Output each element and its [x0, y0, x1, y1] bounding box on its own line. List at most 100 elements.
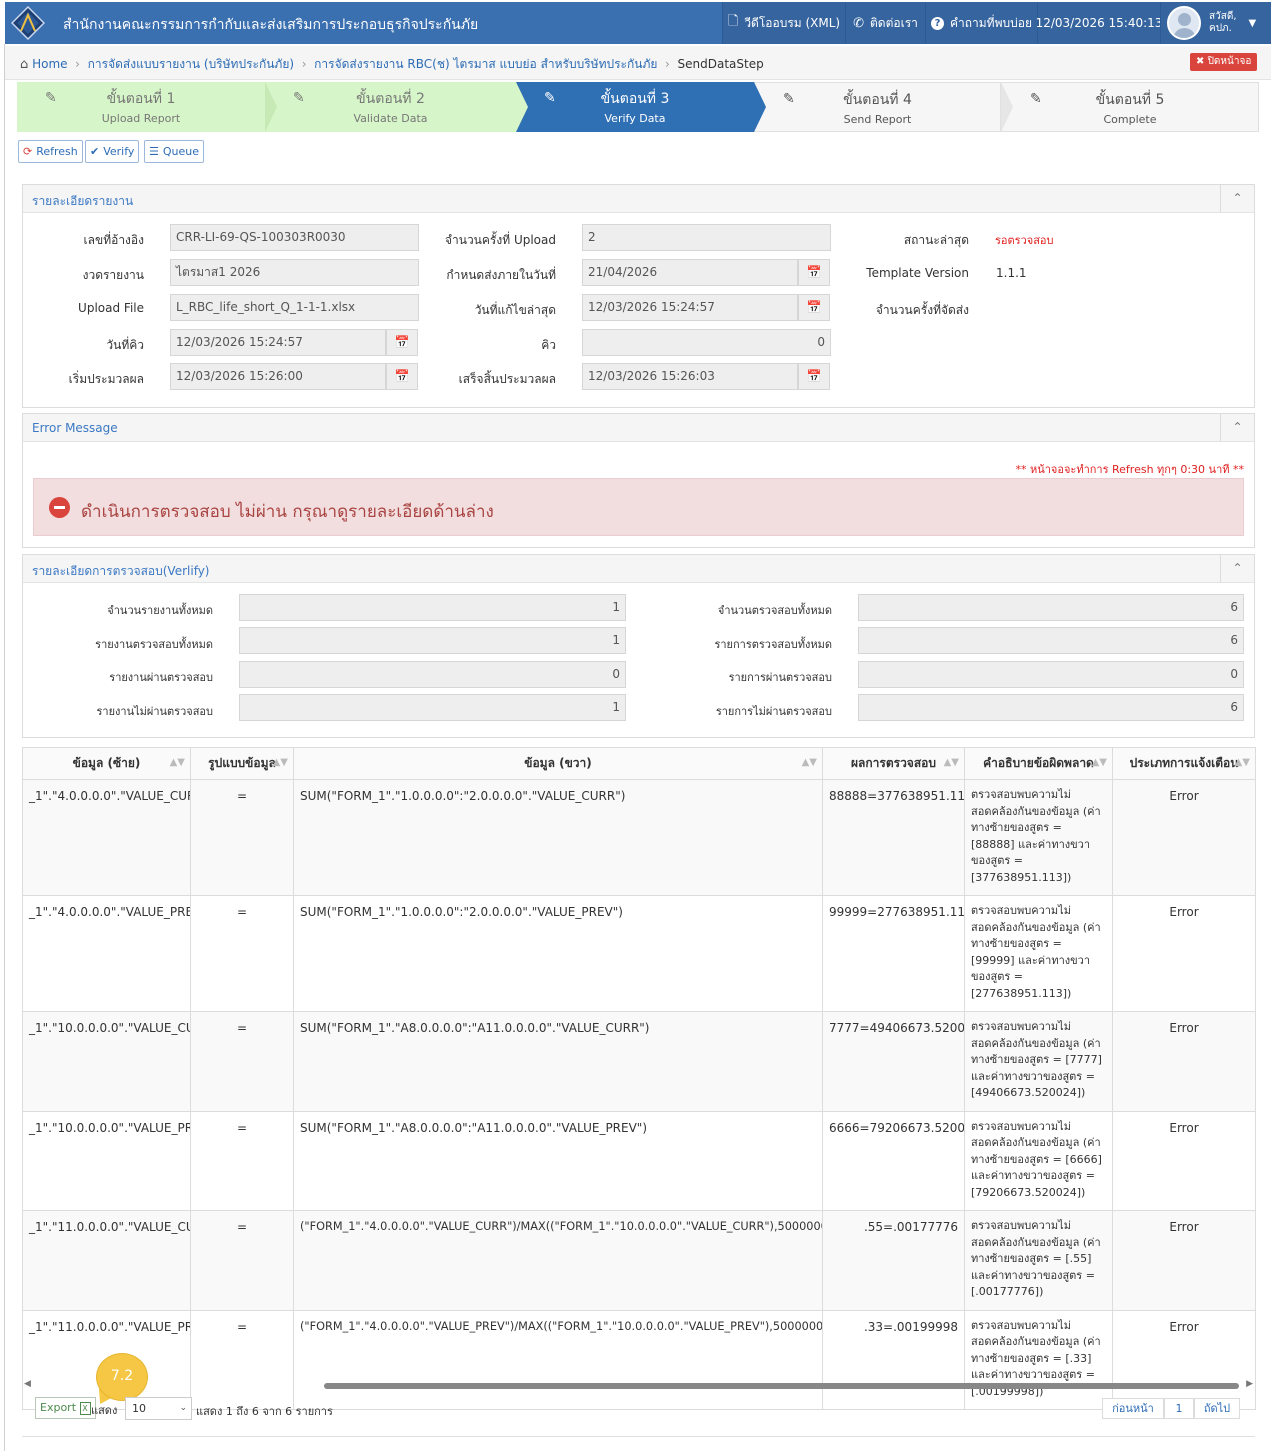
step-arrow: [516, 82, 528, 132]
wizard-step-1[interactable]: ✎ ขั้นตอนที่ 1 Upload Report: [17, 82, 265, 132]
cell-data-format: =: [190, 1210, 294, 1311]
calendar-icon[interactable]: 📅: [798, 294, 830, 321]
column-header-label: ผลการตรวจสอบ: [851, 756, 936, 770]
avatar: [1167, 6, 1201, 40]
wizard-step-3[interactable]: ✎ ขั้นตอนที่ 3 Verify Data: [516, 82, 754, 132]
pagination-summary: แสดง 1 ถึง 6 จาก 6 รายการ: [196, 1405, 333, 1418]
column-header-label: รูปแบบข้อมูล: [208, 756, 276, 770]
cell-right-data: SUM("FORM_1"."1.0.0.0.0":"2.0.0.0.0"."VA…: [293, 779, 823, 896]
queue-date-field: 12/03/2026 15:24:57: [170, 329, 386, 356]
column-header-data-format[interactable]: รูปแบบข้อมูล ▲▼: [190, 747, 294, 780]
cell-error-description: ตรวจสอบพบความไม่สอดคล้องกันของข้อมูล (ค่…: [964, 1210, 1113, 1311]
close-page-button[interactable]: ✖ ปิดหน้าจอ: [1190, 53, 1258, 71]
failed-reports-label: รายงานไม่ผ่านตรวจสอบ: [96, 705, 214, 718]
queue-label: คิว: [541, 338, 556, 352]
queue-button[interactable]: ☰ Queue: [144, 140, 205, 163]
cell-right-data: SUM("FORM_1"."A8.0.0.0.0":"A11.0.0.0.0".…: [293, 1110, 823, 1211]
arrow-right-icon[interactable]: ▶: [1246, 1379, 1253, 1389]
step-label: Complete: [1103, 113, 1157, 126]
step-arrow: [265, 82, 277, 132]
refresh-icon: ⟳: [23, 145, 33, 158]
user-org: คปภ.: [1209, 23, 1232, 34]
pencil-icon: ✎: [783, 91, 795, 107]
column-header-left-data[interactable]: ข้อมูล (ซ้าย) ▲▼: [22, 747, 191, 780]
period-field: ไตรมาส1 2026: [170, 259, 419, 286]
document-icon: 🗋: [727, 14, 739, 29]
sort-icon: ▲▼: [169, 757, 185, 768]
column-header-result[interactable]: ผลการตรวจสอบ ▲▼: [822, 747, 965, 780]
cell-alert-type: Error: [1112, 1110, 1256, 1211]
page-size-select[interactable]: 10 ⌄: [125, 1397, 192, 1420]
arrow-left-icon[interactable]: ◀: [24, 1379, 31, 1389]
cell-error-description: ตรวจสอบพบความไม่สอดคล้องกันของข้อมูล (ค่…: [964, 1110, 1113, 1211]
user-greeting: สวัสดี,: [1209, 11, 1237, 22]
column-header-right-data[interactable]: ข้อมูล (ขวา) ▲▼: [293, 747, 823, 780]
cell-alert-type: Error: [1112, 895, 1256, 1012]
refresh-button[interactable]: ⟳ Refresh: [18, 140, 83, 163]
export-label: Export: [40, 1401, 77, 1414]
breadcrumb-level1[interactable]: การจัดส่งแบบรายงาน (บริษัทประกันภัย): [88, 57, 294, 71]
panel-title: รายละเอียดการตรวจสอบ(Verlify): [32, 564, 210, 578]
cell-result: 6666=79206673.520024: [822, 1110, 965, 1211]
checked-items-label: รายการตรวจสอบทั้งหมด: [714, 638, 832, 651]
column-header-label: คำอธิบายข้อผิดพลาด: [983, 756, 1094, 770]
minus-circle-icon: [49, 497, 70, 518]
cell-data-format: =: [190, 779, 294, 896]
calendar-icon[interactable]: 📅: [386, 363, 418, 390]
failed-reports-field: 1: [239, 694, 626, 721]
page-size-value: 10: [132, 1402, 146, 1415]
chevron-right-icon: ›: [297, 57, 311, 71]
breadcrumb-home[interactable]: Home: [32, 57, 67, 71]
calendar-icon[interactable]: 📅: [798, 259, 830, 286]
calendar-icon[interactable]: 📅: [798, 363, 830, 390]
checked-items-field: 6: [858, 627, 1244, 654]
verify-button[interactable]: ✔ Verify: [85, 140, 140, 163]
contact-link[interactable]: ✆ ติดต่อเรา: [845, 2, 925, 44]
sort-icon: ▲▼: [801, 757, 817, 768]
next-page-button[interactable]: ถัดไป: [1194, 1398, 1240, 1419]
breadcrumb-level2[interactable]: การจัดส่งรายงาน RBC(ช) ไตรมาส แบบย่อ สำห…: [314, 57, 657, 71]
horizontal-scrollbar[interactable]: ◀ ▶: [24, 1379, 1253, 1392]
column-header-error-description[interactable]: คำอธิบายข้อผิดพลาด ▲▼: [964, 747, 1113, 780]
chevron-up-icon[interactable]: ⌃: [1220, 555, 1254, 583]
training-video-link[interactable]: 🗋 วีดีโออบรม (XML): [722, 2, 845, 44]
cell-error-description: ตรวจสอบพบความไม่สอดคล้องกันของข้อมูล (ค่…: [964, 1011, 1113, 1112]
breadcrumb-current: SendDataStep: [677, 57, 764, 71]
oic-logo-icon: [11, 6, 45, 40]
scrollbar-thumb[interactable]: [324, 1383, 1239, 1389]
queue-label: Queue: [162, 145, 200, 158]
step-label: Verify Data: [604, 112, 666, 125]
sort-icon: ▲▼: [943, 757, 959, 768]
page-1-button[interactable]: 1: [1164, 1398, 1194, 1419]
verify-results-table: ข้อมูล (ซ้าย) ▲▼ รูปแบบข้อมูล ▲▼ ข้อมูล (ข…: [22, 747, 1256, 1410]
column-header-alert-type[interactable]: ประเภทการแจ้งเตือน ▲▼: [1112, 747, 1256, 780]
export-button[interactable]: Export X: [35, 1397, 96, 1419]
start-field: 12/03/2026 15:26:00: [170, 363, 386, 390]
panel-header: Error Message ⌃: [23, 414, 1254, 442]
cell-right-data: ("FORM_1"."4.0.0.0.0"."VALUE_CURR")/MAX(…: [293, 1210, 823, 1311]
chevron-up-icon[interactable]: ⌃: [1220, 185, 1254, 213]
previous-page-button[interactable]: ก่อนหน้า: [1102, 1398, 1164, 1419]
wizard-step-5[interactable]: ✎ ขั้นตอนที่ 5 Complete: [1001, 82, 1259, 132]
wizard-step-4[interactable]: ✎ ขั้นตอนที่ 4 Send Report: [754, 82, 1001, 132]
cell-alert-type: Error: [1112, 779, 1256, 896]
cell-data-format: =: [190, 1110, 294, 1211]
queue-field: 0: [582, 329, 831, 356]
datetime-text: 12/03/2026 15:40:13: [1035, 16, 1163, 30]
passed-items-field: 0: [858, 661, 1244, 688]
table-header-row: ข้อมูล (ซ้าย) ▲▼ รูปแบบข้อมูล ▲▼ ข้อมูล (ข…: [22, 747, 1256, 780]
wizard-step-2[interactable]: ✎ ขั้นตอนที่ 2 Validate Data: [265, 82, 516, 132]
calendar-icon[interactable]: 📅: [386, 329, 418, 356]
table-row: _1"."11.0.0.0.0"."VALUE_CURR" = ("FORM_1…: [22, 1210, 1256, 1311]
sort-icon: ▲▼: [1234, 757, 1250, 768]
status-value: รอตรวจสอบ: [995, 234, 1054, 247]
cell-left-data: _1"."11.0.0.0.0"."VALUE_CURR": [22, 1210, 191, 1311]
cell-result: .55=.00177776: [822, 1210, 965, 1311]
chevron-up-icon[interactable]: ⌃: [1220, 414, 1254, 442]
cell-left-data: _1"."10.0.0.0.0"."VALUE_CURR": [22, 1011, 191, 1112]
refresh-note: ** หน้าจอจะทำการ Refresh ทุกๆ 0:30 นาที …: [1015, 463, 1244, 476]
cell-error-description: ตรวจสอบพบความไม่สอดคล้องกันของข้อมูล (ค่…: [964, 779, 1113, 896]
faq-link[interactable]: ? คำถามที่พบบ่อย: [925, 2, 1037, 44]
ref-field: CRR-LI-69-QS-100303R0030: [170, 224, 419, 251]
user-menu[interactable]: สวัสดี, คปภ. ▼: [1160, 2, 1271, 44]
